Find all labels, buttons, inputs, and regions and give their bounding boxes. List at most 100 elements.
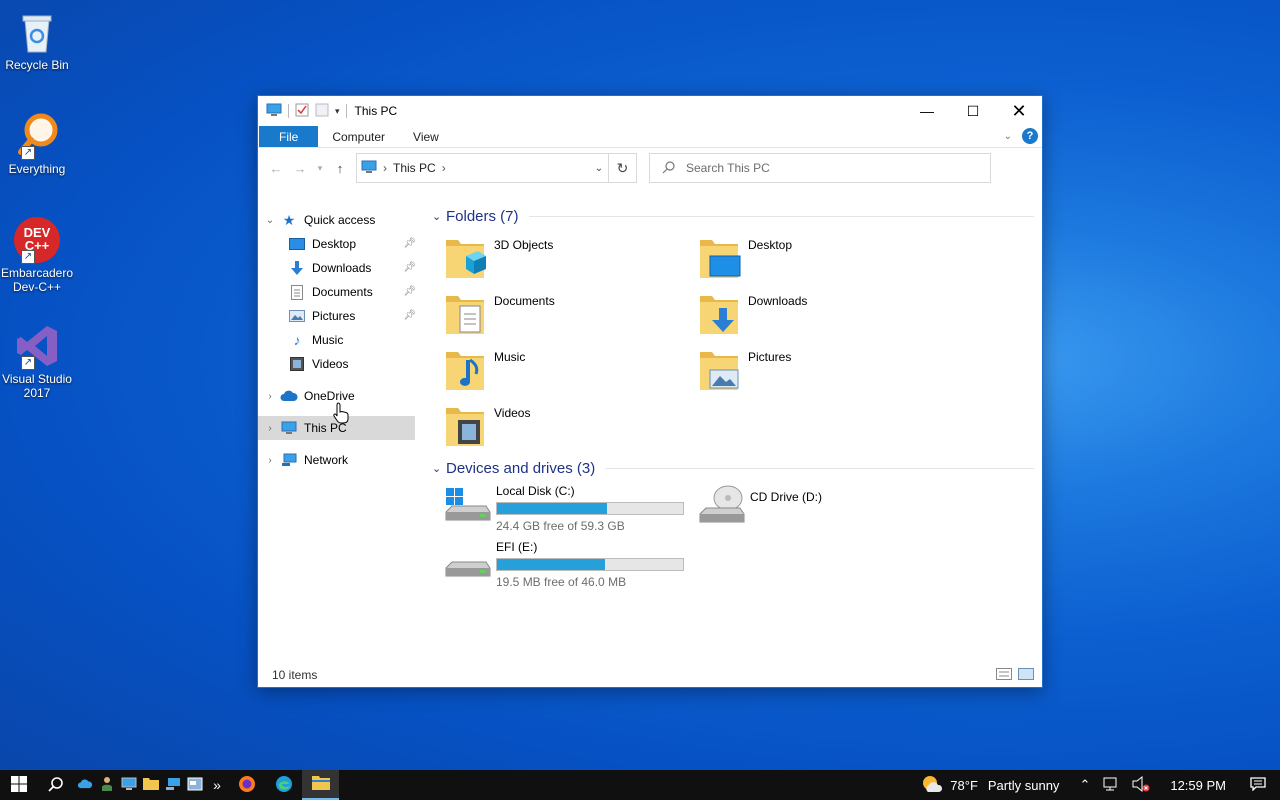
address-dropdown-button[interactable]: ⌄ <box>590 154 608 182</box>
title-bar[interactable]: ▾ This PC — ☐ ✕ <box>258 96 1042 126</box>
folders-group-header[interactable]: ⌄ Folders (7) <box>432 206 1042 226</box>
download-arrow-icon <box>288 260 306 276</box>
folder-videos[interactable]: Videos <box>444 398 698 454</box>
desktop-icon-devcpp[interactable]: DEV C++ ↗ Embarcadero Dev-C++ <box>0 216 74 294</box>
recent-locations-button[interactable]: ▾ <box>312 156 328 180</box>
desktop-icon-recycle-bin[interactable]: Recycle Bin <box>0 8 74 72</box>
tab-view[interactable]: View <box>399 126 453 147</box>
desktop-icon-label: Everything <box>8 162 66 176</box>
close-button[interactable]: ✕ <box>996 96 1042 126</box>
drive-local-disk-c[interactable]: Local Disk (C:) 24.4 GB free of 59.3 GB <box>444 482 698 538</box>
nav-item-downloads[interactable]: Downloads 📌︎ <box>258 256 418 280</box>
chevron-up-icon: ⌃ <box>1079 777 1091 792</box>
folder-music[interactable]: Music <box>444 342 698 398</box>
desktop-icon-visual-studio[interactable]: ↗ Visual Studio 2017 <box>0 322 74 400</box>
nav-item-videos[interactable]: Videos <box>258 352 418 376</box>
folder-3d-objects[interactable]: 3D Objects <box>444 230 698 286</box>
chevron-expanded-icon[interactable]: ⌄ <box>260 215 280 226</box>
nav-item-music[interactable]: ♪ Music <box>258 328 418 352</box>
this-pc-icon <box>361 160 377 177</box>
network-icon <box>165 777 181 794</box>
user-icon <box>101 776 113 795</box>
network-disconnected-icon <box>1102 776 1120 795</box>
nav-label: Network <box>304 453 349 467</box>
weather-temperature: 78°F <box>950 777 978 793</box>
window-icon <box>187 777 203 794</box>
details-view-icon[interactable] <box>996 668 1012 683</box>
group-title: Folders (7) <box>446 207 519 225</box>
properties-icon[interactable] <box>295 103 309 120</box>
refresh-icon: ↻ <box>616 159 629 176</box>
nav-item-pictures[interactable]: Pictures 📌︎ <box>258 304 418 328</box>
taskbar-overflow[interactable]: » <box>206 770 228 800</box>
desktop-icon-label: Visual Studio 2017 <box>2 372 72 400</box>
taskbar-network[interactable] <box>162 770 184 800</box>
nav-network[interactable]: › Network <box>258 448 418 472</box>
taskbar-remote-desktop[interactable] <box>118 770 140 800</box>
this-pc-icon <box>280 420 298 436</box>
drives-grid: Local Disk (C:) 24.4 GB free of 59.3 GB … <box>444 482 1042 594</box>
network-icon <box>280 452 298 468</box>
nav-item-desktop[interactable]: Desktop 📌︎ <box>258 232 418 256</box>
expand-ribbon-icon[interactable]: ⌄ <box>1004 131 1012 142</box>
folder-documents[interactable]: Documents <box>444 286 698 342</box>
breadcrumb-chevron-icon[interactable]: › <box>442 161 446 175</box>
drive-cd-d[interactable]: CD Drive (D:) <box>698 482 952 538</box>
taskbar-edge[interactable] <box>265 770 302 800</box>
refresh-button[interactable]: ↻ <box>608 154 636 182</box>
address-bar[interactable]: › This PC › ⌄ ↻ <box>356 153 637 183</box>
taskbar-firefox[interactable] <box>228 770 265 800</box>
search-input[interactable] <box>686 161 966 175</box>
tab-file[interactable]: File <box>259 126 319 147</box>
taskbar-user[interactable] <box>96 770 118 800</box>
taskbar-file-explorer-small[interactable] <box>140 770 162 800</box>
show-hidden-icons-button[interactable]: ⌃ <box>1073 770 1096 800</box>
arrow-right-icon: → <box>293 160 307 176</box>
folder-desktop[interactable]: Desktop <box>698 230 952 286</box>
search-box[interactable] <box>649 153 991 183</box>
taskbar-file-explorer[interactable] <box>302 770 339 800</box>
chevron-expanded-icon: ⌄ <box>432 462 442 475</box>
chevron-right-icon[interactable]: › <box>260 391 280 402</box>
start-button[interactable] <box>0 770 37 800</box>
shortcut-arrow-icon: ↗ <box>21 250 35 264</box>
notification-icon <box>1250 776 1266 794</box>
volume-button[interactable] <box>1126 770 1156 800</box>
network-status-button[interactable] <box>1096 770 1126 800</box>
taskbar-onedrive[interactable] <box>74 770 96 800</box>
action-center-button[interactable] <box>1240 770 1280 800</box>
clock[interactable]: 12:59 PM <box>1156 770 1240 800</box>
edge-icon <box>275 775 293 796</box>
breadcrumb-chevron-icon[interactable]: › <box>383 161 387 175</box>
new-folder-icon[interactable] <box>315 103 329 120</box>
quick-access-toolbar: ▾ <box>258 103 347 120</box>
chevron-right-icon[interactable]: › <box>260 455 280 466</box>
taskbar-app[interactable] <box>184 770 206 800</box>
maximize-button[interactable]: ☐ <box>950 96 996 126</box>
folder-label: Downloads <box>748 294 808 308</box>
partly-sunny-icon <box>920 774 944 797</box>
breadcrumb-this-pc[interactable]: This PC <box>393 161 436 175</box>
customize-qat-icon[interactable]: ▾ <box>335 106 340 117</box>
desktop-icon-everything[interactable]: ↗ Everything <box>0 112 74 176</box>
folder-pictures[interactable]: Pictures <box>698 342 952 398</box>
back-button[interactable]: ← <box>264 156 288 180</box>
search-button[interactable] <box>37 770 74 800</box>
up-button[interactable]: ↑ <box>328 156 352 180</box>
nav-item-documents[interactable]: Documents 📌︎ <box>258 280 418 304</box>
recycle-bin-icon <box>13 8 61 56</box>
chevron-right-icon[interactable]: › <box>260 423 280 434</box>
tab-computer[interactable]: Computer <box>318 126 399 147</box>
weather-widget[interactable]: 78°F Partly sunny <box>914 770 1065 800</box>
navigation-bar: ← → ▾ ↑ › This PC › ⌄ ↻ <box>258 148 1042 188</box>
item-count: 10 items <box>272 668 318 682</box>
help-icon[interactable]: ? <box>1022 128 1038 144</box>
forward-button[interactable]: → <box>288 156 312 180</box>
drive-efi-e[interactable]: EFI (E:) 19.5 MB free of 46.0 MB <box>444 538 698 594</box>
minimize-button[interactable]: — <box>904 96 950 126</box>
large-icons-view-icon[interactable] <box>1018 668 1034 683</box>
document-icon <box>288 284 306 300</box>
devices-group-header[interactable]: ⌄ Devices and drives (3) <box>432 458 1042 478</box>
nav-quick-access[interactable]: ⌄ ★ Quick access <box>258 208 418 232</box>
folder-downloads[interactable]: Downloads <box>698 286 952 342</box>
